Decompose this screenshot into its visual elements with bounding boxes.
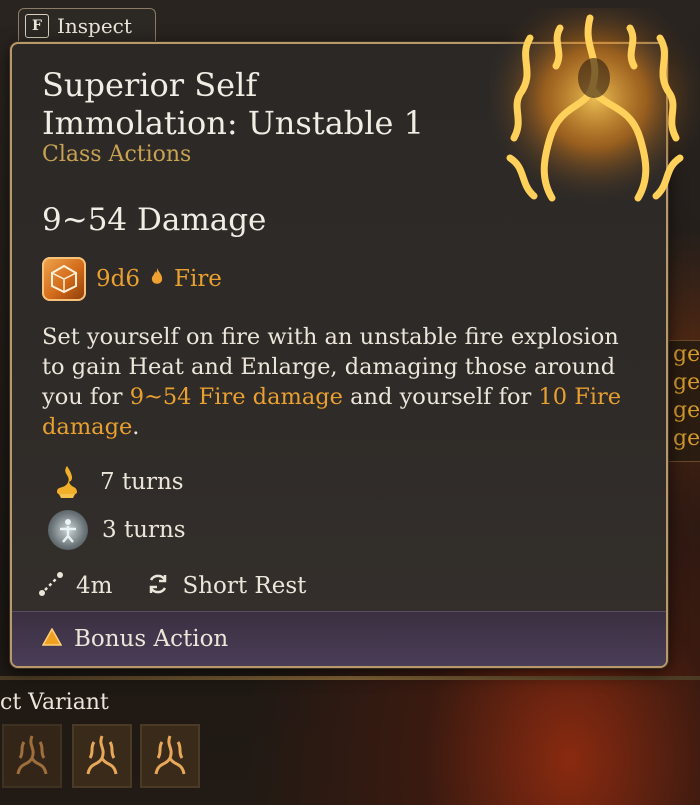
action-type-label: Bonus Action [74, 626, 229, 652]
damage-dice-row: 9d6 Fire [42, 256, 222, 302]
description-text: and yourself for [342, 384, 539, 410]
condition-duration: 3 turns [102, 517, 186, 543]
spell-title: Superior Self Immolation: Unstable 1 [42, 66, 502, 142]
dice-icon [42, 257, 86, 301]
spell-title-line: Immolation: Unstable 1 [42, 104, 424, 142]
enlarge-icon [48, 510, 88, 550]
immolation-variant-icon [154, 735, 186, 775]
spell-description: Set yourself on fire with an unstable fi… [42, 322, 642, 442]
heat-icon [48, 463, 86, 501]
select-variant-label: ct Variant [0, 690, 109, 715]
damage-summary: 9~54 Damage [42, 202, 267, 238]
background-panel-snippet: ge ge ge ge [668, 340, 700, 462]
keybind-badge: F [25, 13, 49, 38]
fire-icon [150, 267, 164, 292]
dice-roll: 9d6 [96, 266, 140, 292]
condition-duration: 7 turns [100, 469, 184, 495]
hotbar-frame [0, 676, 700, 680]
short-rest-icon [146, 572, 170, 600]
variant-slot-2[interactable] [72, 724, 132, 788]
spell-category: Class Actions [42, 142, 192, 167]
snippet-text: ge [673, 426, 700, 451]
condition-heat[interactable]: 7 turns [48, 462, 184, 502]
condition-enlarge[interactable]: 3 turns [48, 510, 186, 550]
variant-slot-1[interactable] [2, 724, 62, 788]
damage-type: Fire [174, 266, 222, 292]
spell-range: 4m [76, 573, 113, 599]
action-type-bar: Bonus Action [12, 611, 666, 666]
inspect-tab[interactable]: F Inspect [18, 8, 156, 42]
bonus-action-icon [41, 627, 63, 650]
spell-recharge: Short Rest [182, 573, 307, 599]
description-highlight: 9~54 Fire damage [129, 384, 343, 410]
description-text: . [132, 414, 140, 440]
spell-title-line: Superior Self [42, 66, 258, 104]
snippet-text: ge [673, 370, 700, 395]
self-immolation-icon [490, 8, 700, 208]
variant-slot-3[interactable] [140, 724, 200, 788]
immolation-variant-icon [16, 735, 48, 775]
inspect-label: Inspect [57, 13, 132, 38]
snippet-text: ge [673, 342, 700, 367]
immolation-variant-icon [86, 735, 118, 775]
range-icon [38, 571, 64, 601]
spell-meta-row: 4m Short Rest [38, 566, 306, 606]
snippet-text: ge [673, 398, 700, 423]
